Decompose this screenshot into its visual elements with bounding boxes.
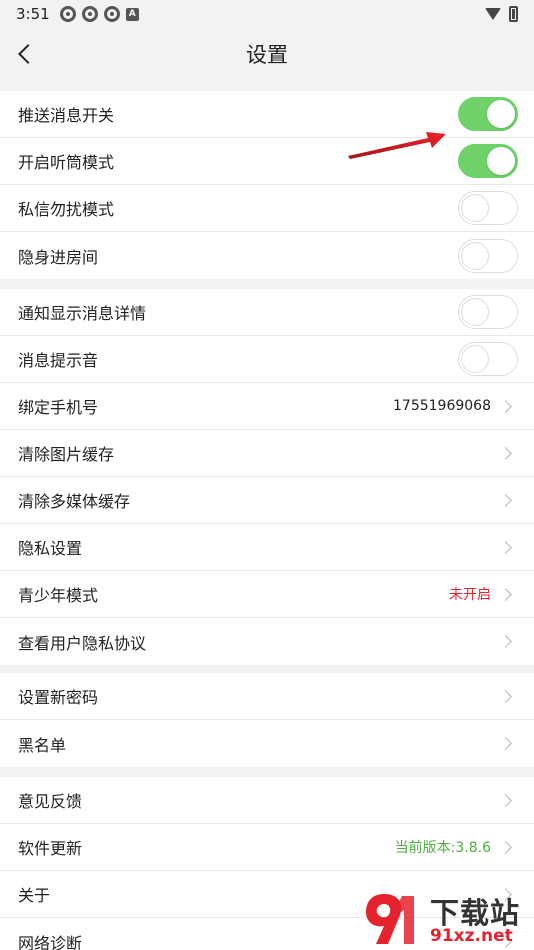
watermark: 下载站 91xz.net: [360, 886, 534, 950]
a-icon: A: [125, 7, 139, 21]
settings-group-general: 通知显示消息详情 消息提示音 绑定手机号 17551969068 清除图片缓存 …: [0, 289, 534, 665]
status-bar: 3:51 A: [0, 0, 534, 28]
setting-label: 隐私设置: [18, 539, 83, 558]
version-value: 当前版本:3.8.6: [394, 840, 491, 856]
setting-row-privacy-agreement[interactable]: 查看用户隐私协议: [0, 618, 534, 665]
chevron-right-icon: [499, 493, 512, 507]
phone-number-value: 17551969068: [393, 398, 491, 414]
status-icons-left: A: [59, 6, 139, 22]
setting-label: 网络诊断: [18, 933, 83, 950]
setting-row-invisible-entry[interactable]: 隐身进房间: [0, 232, 534, 279]
setting-label: 黑名单: [18, 735, 67, 755]
setting-row-teen-mode[interactable]: 青少年模式 未开启: [0, 571, 534, 618]
notification-icon: [59, 6, 76, 22]
toggle-knob: [461, 345, 489, 373]
invisible-entry-toggle[interactable]: [458, 238, 518, 273]
setting-label: 软件更新: [18, 839, 83, 858]
chevron-right-icon: [499, 793, 512, 807]
setting-row-message-sound[interactable]: 消息提示音: [0, 336, 534, 383]
header: 设置: [0, 28, 534, 80]
dm-dnd-toggle[interactable]: [458, 191, 518, 225]
chevron-right-icon: [499, 399, 512, 413]
watermark-logo-icon: [366, 894, 414, 944]
chevron-right-icon: [499, 635, 512, 648]
page-title: 设置: [246, 43, 288, 67]
setting-label: 私信勿扰模式: [18, 200, 115, 219]
push-messages-toggle[interactable]: [458, 97, 518, 131]
setting-row-clear-media-cache[interactable]: 清除多媒体缓存: [0, 477, 534, 524]
chevron-left-icon: [18, 44, 38, 64]
setting-label: 开启听筒模式: [18, 153, 115, 172]
annotation-arrow-icon: [348, 132, 446, 159]
back-button[interactable]: [12, 40, 40, 68]
toggle-knob: [487, 147, 515, 175]
setting-label: 清除图片缓存: [18, 445, 115, 464]
toggle-knob: [461, 241, 489, 270]
chevron-right-icon: [499, 689, 512, 703]
setting-row-blacklist[interactable]: 黑名单: [0, 720, 534, 767]
setting-row-privacy[interactable]: 隐私设置: [0, 524, 534, 571]
setting-label: 消息提示音: [18, 351, 99, 370]
setting-row-new-password[interactable]: 设置新密码: [0, 673, 534, 720]
status-icons-right: [485, 6, 518, 22]
message-sound-toggle[interactable]: [458, 342, 518, 376]
setting-label: 查看用户隐私协议: [18, 633, 147, 653]
notification-details-toggle[interactable]: [458, 295, 518, 329]
wifi-icon: [485, 8, 501, 20]
chevron-right-icon: [499, 587, 512, 601]
setting-row-dm-dnd[interactable]: 私信勿扰模式: [0, 185, 534, 232]
chevron-right-icon: [499, 737, 512, 750]
chevron-right-icon: [499, 446, 512, 460]
toggle-knob: [461, 298, 489, 326]
setting-row-bind-phone[interactable]: 绑定手机号 17551969068: [0, 383, 534, 430]
watermark-url: 91xz.net: [430, 926, 513, 946]
setting-label: 绑定手机号: [18, 398, 99, 417]
setting-label: 意见反馈: [18, 792, 83, 811]
setting-label: 设置新密码: [18, 688, 99, 707]
setting-row-notification-details[interactable]: 通知显示消息详情: [0, 289, 534, 336]
setting-label: 隐身进房间: [18, 247, 99, 267]
notification-icon: [81, 6, 98, 22]
toggle-knob: [461, 194, 489, 222]
status-time: 3:51: [16, 5, 50, 23]
setting-label: 关于: [18, 886, 51, 905]
setting-row-clear-image-cache[interactable]: 清除图片缓存: [0, 430, 534, 477]
setting-label: 青少年模式: [18, 586, 99, 605]
setting-label: 推送消息开关: [18, 106, 115, 125]
toggle-knob: [487, 100, 515, 128]
setting-label: 清除多媒体缓存: [18, 492, 131, 511]
chevron-right-icon: [499, 540, 512, 554]
teen-mode-status: 未开启: [449, 587, 491, 603]
battery-icon: [509, 6, 518, 22]
settings-group-notifications: 推送消息开关 开启听筒模式 私信勿扰模式 隐身进房间: [0, 91, 534, 279]
earpiece-mode-toggle[interactable]: [458, 144, 518, 178]
notification-icon: [103, 6, 120, 22]
setting-label: 通知显示消息详情: [18, 304, 147, 323]
chevron-right-icon: [499, 840, 512, 854]
settings-group-account: 设置新密码 黑名单: [0, 673, 534, 767]
setting-row-software-update[interactable]: 软件更新 当前版本:3.8.6: [0, 824, 534, 871]
setting-row-feedback[interactable]: 意见反馈: [0, 777, 534, 824]
